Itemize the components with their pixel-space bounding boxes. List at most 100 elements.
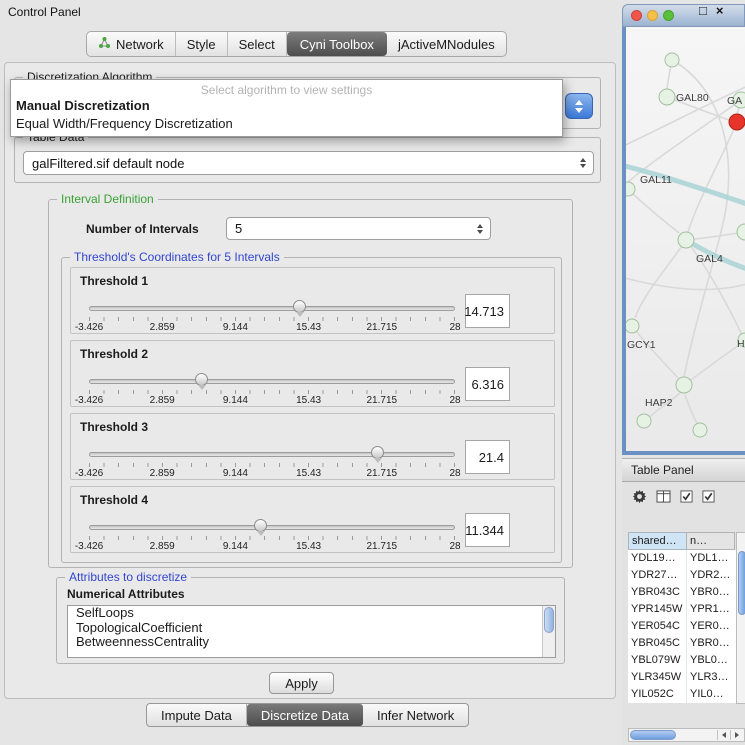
table-row[interactable]: YDR27…YDR2…: [628, 567, 736, 584]
slider-track[interactable]: [89, 452, 455, 457]
scrollbar-thumb[interactable]: [544, 607, 554, 633]
cell-shared-name[interactable]: YDL19…: [628, 550, 687, 567]
slider-track[interactable]: [89, 379, 455, 384]
network-edge[interactable]: [635, 240, 686, 318]
cell-shared-name[interactable]: YBR043C: [628, 584, 687, 601]
show-columns-icon[interactable]: [656, 490, 671, 506]
threshold-slider[interactable]: -3.426 2.859 9.144 15.43 21.715 28: [89, 444, 455, 480]
num-intervals-combobox[interactable]: 5: [226, 217, 491, 240]
column-header-shared-name[interactable]: shared…: [628, 532, 687, 550]
threshold-slider[interactable]: -3.426 2.859 9.144 15.43 21.715 28: [89, 371, 455, 407]
network-node[interactable]: [737, 224, 745, 240]
cell-name[interactable]: YER0…: [687, 618, 736, 635]
threshold-value-field[interactable]: 21.4: [465, 440, 510, 474]
cell-shared-name[interactable]: YDR27…: [628, 567, 687, 584]
algorithm-combobox-button[interactable]: [565, 93, 593, 119]
threshold-value-field[interactable]: 6.316: [465, 367, 510, 401]
table-vertical-scrollbar[interactable]: [736, 532, 745, 704]
table-row[interactable]: YIL052CYIL0…: [628, 686, 736, 703]
cell-shared-name[interactable]: YIL052C: [628, 686, 687, 703]
settings-gear-icon[interactable]: [632, 489, 647, 507]
network-node-GAL11[interactable]: [626, 182, 635, 196]
list-item[interactable]: TopologicalCoefficient: [68, 621, 555, 636]
cell-name[interactable]: YIL0…: [687, 686, 736, 703]
table-data-combobox[interactable]: galFiltered.sif default node: [23, 151, 594, 175]
list-item[interactable]: BetweennessCentrality: [68, 635, 555, 650]
cell-shared-name[interactable]: YBR045C: [628, 635, 687, 652]
cell-name[interactable]: YDL1…: [687, 550, 736, 567]
table-row[interactable]: YER054CYER0…: [628, 618, 736, 635]
cell-shared-name[interactable]: YPR145W: [628, 601, 687, 618]
network-node-GAL80[interactable]: [659, 89, 675, 105]
cell-name[interactable]: YDR2…: [687, 567, 736, 584]
tab-select[interactable]: Select: [228, 32, 287, 56]
network-edge[interactable]: [626, 277, 745, 290]
cell-name[interactable]: YLR3…: [687, 669, 736, 686]
attributes-list[interactable]: SelfLoops TopologicalCoefficient Between…: [67, 605, 556, 658]
apply-button[interactable]: Apply: [269, 672, 334, 694]
network-node-GCY1[interactable]: [626, 319, 639, 333]
column-header-name[interactable]: n…: [686, 532, 735, 550]
cell-shared-name[interactable]: YLR345W: [628, 669, 687, 686]
network-node-GAL4[interactable]: [678, 232, 694, 248]
cell-shared-name[interactable]: YBL079W: [628, 652, 687, 669]
tab-impute-data[interactable]: Impute Data: [147, 704, 247, 726]
slider-thumb[interactable]: [195, 373, 208, 386]
cell-name[interactable]: YBL0…: [687, 652, 736, 669]
slider-track[interactable]: [89, 306, 455, 311]
network-node[interactable]: [729, 114, 745, 130]
threshold-slider[interactable]: -3.426 2.859 9.144 15.43 21.715 28: [89, 298, 455, 334]
slider-track[interactable]: [89, 525, 455, 530]
select-all-columns-icon[interactable]: [680, 490, 693, 506]
float-panel-button[interactable]: □: [699, 2, 707, 20]
unselect-columns-icon[interactable]: [702, 490, 715, 506]
slider-thumb[interactable]: [293, 300, 306, 313]
threshold-value-field[interactable]: 11.344: [465, 513, 510, 547]
table-row[interactable]: YDL19…YDL1…: [628, 550, 736, 567]
network-node[interactable]: [665, 53, 679, 67]
tab-discretize-data[interactable]: Discretize Data: [247, 704, 363, 726]
network-edge[interactable]: [632, 326, 678, 378]
close-panel-button[interactable]: ×: [716, 2, 724, 20]
cell-name[interactable]: YBR0…: [687, 584, 736, 601]
algorithm-option-manual-discretization[interactable]: Manual Discretization: [11, 97, 562, 115]
network-node[interactable]: [693, 423, 707, 437]
cell-shared-name[interactable]: YER054C: [628, 618, 687, 635]
network-edge[interactable]: [628, 189, 679, 233]
table-row[interactable]: YBR043CYBR0…: [628, 584, 736, 601]
minimize-window-icon[interactable]: [647, 10, 658, 21]
scrollbar-thumb[interactable]: [738, 551, 745, 615]
network-window-titlebar[interactable]: [622, 4, 745, 27]
table-horizontal-scrollbar[interactable]: [628, 728, 745, 742]
table-row[interactable]: YBL079WYBL0…: [628, 652, 736, 669]
network-edge[interactable]: [684, 346, 738, 385]
network-node-HAP2[interactable]: [676, 377, 692, 393]
cell-name[interactable]: YBR0…: [687, 635, 736, 652]
scroll-left-button[interactable]: [717, 730, 730, 740]
network-node-label: HAP2: [645, 397, 673, 409]
table-row[interactable]: YBR045CYBR0…: [628, 635, 736, 652]
threshold-slider[interactable]: -3.426 2.859 9.144 15.43 21.715 28: [89, 517, 455, 553]
network-canvas[interactable]: GAL80GAGAL11GAL4GCY1HAP2H: [622, 27, 745, 455]
table-row[interactable]: YLR345WYLR3…: [628, 669, 736, 686]
tab-network[interactable]: Network: [87, 32, 176, 56]
slider-thumb[interactable]: [254, 519, 267, 532]
slider-thumb[interactable]: [371, 446, 384, 459]
network-edge[interactable]: [686, 232, 745, 240]
tab-label: Impute Data: [161, 708, 232, 723]
scrollbar-thumb[interactable]: [630, 730, 676, 740]
zoom-window-icon[interactable]: [663, 10, 674, 21]
scroll-right-button[interactable]: [730, 730, 743, 740]
close-window-icon[interactable]: [631, 10, 642, 21]
attributes-scrollbar[interactable]: [542, 606, 555, 657]
tab-cyni-toolbox[interactable]: Cyni Toolbox: [287, 32, 387, 56]
algorithm-option-equal-width-frequency[interactable]: Equal Width/Frequency Discretization: [11, 115, 562, 133]
tab-jactivemodules[interactable]: jActiveMNodules: [387, 32, 506, 56]
table-row[interactable]: YPR145WYPR1…: [628, 601, 736, 618]
tab-infer-network[interactable]: Infer Network: [363, 704, 468, 726]
tab-style[interactable]: Style: [176, 32, 228, 56]
network-node[interactable]: [637, 414, 651, 428]
cell-name[interactable]: YPR1…: [687, 601, 736, 618]
threshold-value-field[interactable]: 14.713: [465, 294, 510, 328]
list-item[interactable]: SelfLoops: [68, 606, 555, 621]
